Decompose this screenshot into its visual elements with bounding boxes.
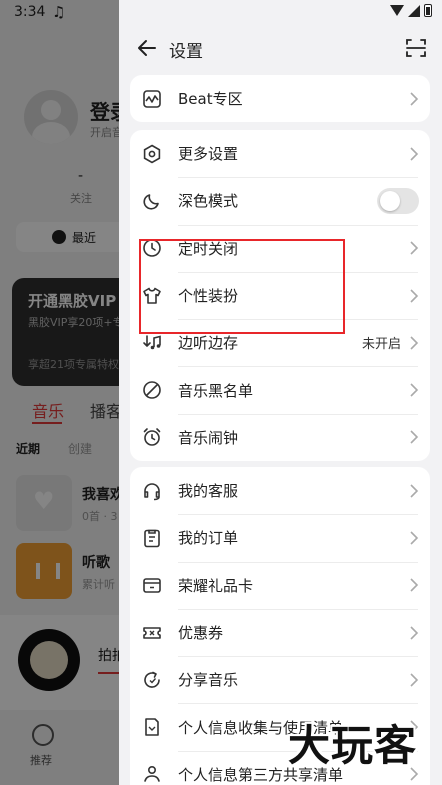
listen-save-status: 未开启 — [361, 337, 401, 353]
row-label: 音乐黑名单 — [178, 381, 254, 400]
row-label: 定时关闭 — [178, 239, 239, 258]
clock-icon — [143, 239, 161, 258]
chevron-right-icon — [410, 383, 419, 397]
row-coupons[interactable]: 优惠券 — [130, 608, 430, 656]
row-more-settings[interactable]: 更多设置 — [130, 130, 430, 177]
chevron-right-icon — [410, 484, 419, 498]
wifi-icon — [390, 5, 404, 16]
row-label: 分享音乐 — [178, 671, 239, 690]
share-icon — [144, 671, 160, 688]
gift-card-icon — [143, 578, 161, 594]
row-label: 我的订单 — [178, 529, 239, 548]
back-arrow-icon[interactable] — [135, 36, 159, 60]
row-beat-zone[interactable]: Beat专区 — [130, 75, 430, 122]
chevron-right-icon — [410, 578, 419, 592]
row-label: Beat专区 — [178, 90, 243, 109]
row-label: 优惠券 — [178, 624, 224, 643]
chevron-right-icon — [410, 147, 419, 161]
row-listen-save[interactable]: 边听边存 未开启 — [130, 319, 430, 366]
chevron-right-icon — [410, 288, 419, 303]
document-icon — [145, 718, 159, 736]
chevron-right-icon — [410, 92, 419, 106]
chevron-right-icon — [410, 531, 419, 545]
hexagon-settings-icon — [143, 144, 161, 164]
row-gift-card[interactable]: 荣耀礼品卡 — [130, 561, 430, 609]
row-music-alarm[interactable]: 音乐闹钟 — [130, 413, 430, 461]
tshirt-icon — [143, 287, 161, 304]
row-label: 深色模式 — [178, 192, 239, 211]
settings-header: 设置 — [119, 28, 442, 70]
row-my-orders[interactable]: 我的订单 — [130, 514, 430, 561]
row-label: 荣耀礼品卡 — [178, 576, 254, 595]
row-dark-mode: 深色模式 — [130, 177, 430, 224]
moon-icon — [143, 194, 159, 210]
settings-drawer: 设置 Beat专区 更多设置 深色模式 定时关闭 个性装扮 边听边存 未开启 音… — [119, 0, 442, 785]
settings-card-beat: Beat专区 — [130, 75, 430, 123]
headset-icon — [144, 482, 160, 500]
status-icons — [390, 4, 432, 17]
row-label: 音乐闹钟 — [178, 428, 239, 447]
row-music-blacklist[interactable]: 音乐黑名单 — [130, 366, 430, 413]
alarm-icon — [143, 428, 161, 447]
blocked-icon — [143, 381, 161, 399]
beat-icon — [143, 89, 161, 108]
page-title: 设置 — [169, 42, 203, 62]
row-label: 更多设置 — [178, 145, 239, 164]
row-share-music[interactable]: 分享音乐 — [130, 656, 430, 703]
share-people-icon — [144, 766, 160, 783]
watermark-text: 大玩客 — [288, 721, 418, 770]
scan-icon[interactable] — [404, 36, 428, 60]
row-personal-skin[interactable]: 个性装扮 — [130, 271, 430, 319]
settings-card-general: 更多设置 深色模式 定时关闭 个性装扮 边听边存 未开启 音乐黑名单 音乐闹钟 — [130, 130, 430, 462]
row-label: 边听边存 — [178, 334, 239, 353]
coupon-icon — [143, 626, 161, 639]
chevron-right-icon — [410, 625, 419, 640]
row-label: 我的客服 — [178, 482, 239, 501]
chevron-right-icon — [410, 673, 419, 687]
chevron-right-icon — [410, 336, 419, 350]
chevron-right-icon — [410, 430, 419, 444]
order-icon — [144, 529, 160, 548]
row-customer-service[interactable]: 我的客服 — [130, 467, 430, 514]
signal-icon — [408, 4, 420, 17]
battery-icon — [424, 4, 432, 17]
row-label: 个性装扮 — [178, 287, 239, 306]
download-music-icon — [143, 335, 161, 350]
chevron-right-icon — [410, 241, 419, 255]
dark-mode-toggle[interactable] — [377, 187, 419, 214]
row-sleep-timer[interactable]: 定时关闭 — [130, 224, 430, 272]
